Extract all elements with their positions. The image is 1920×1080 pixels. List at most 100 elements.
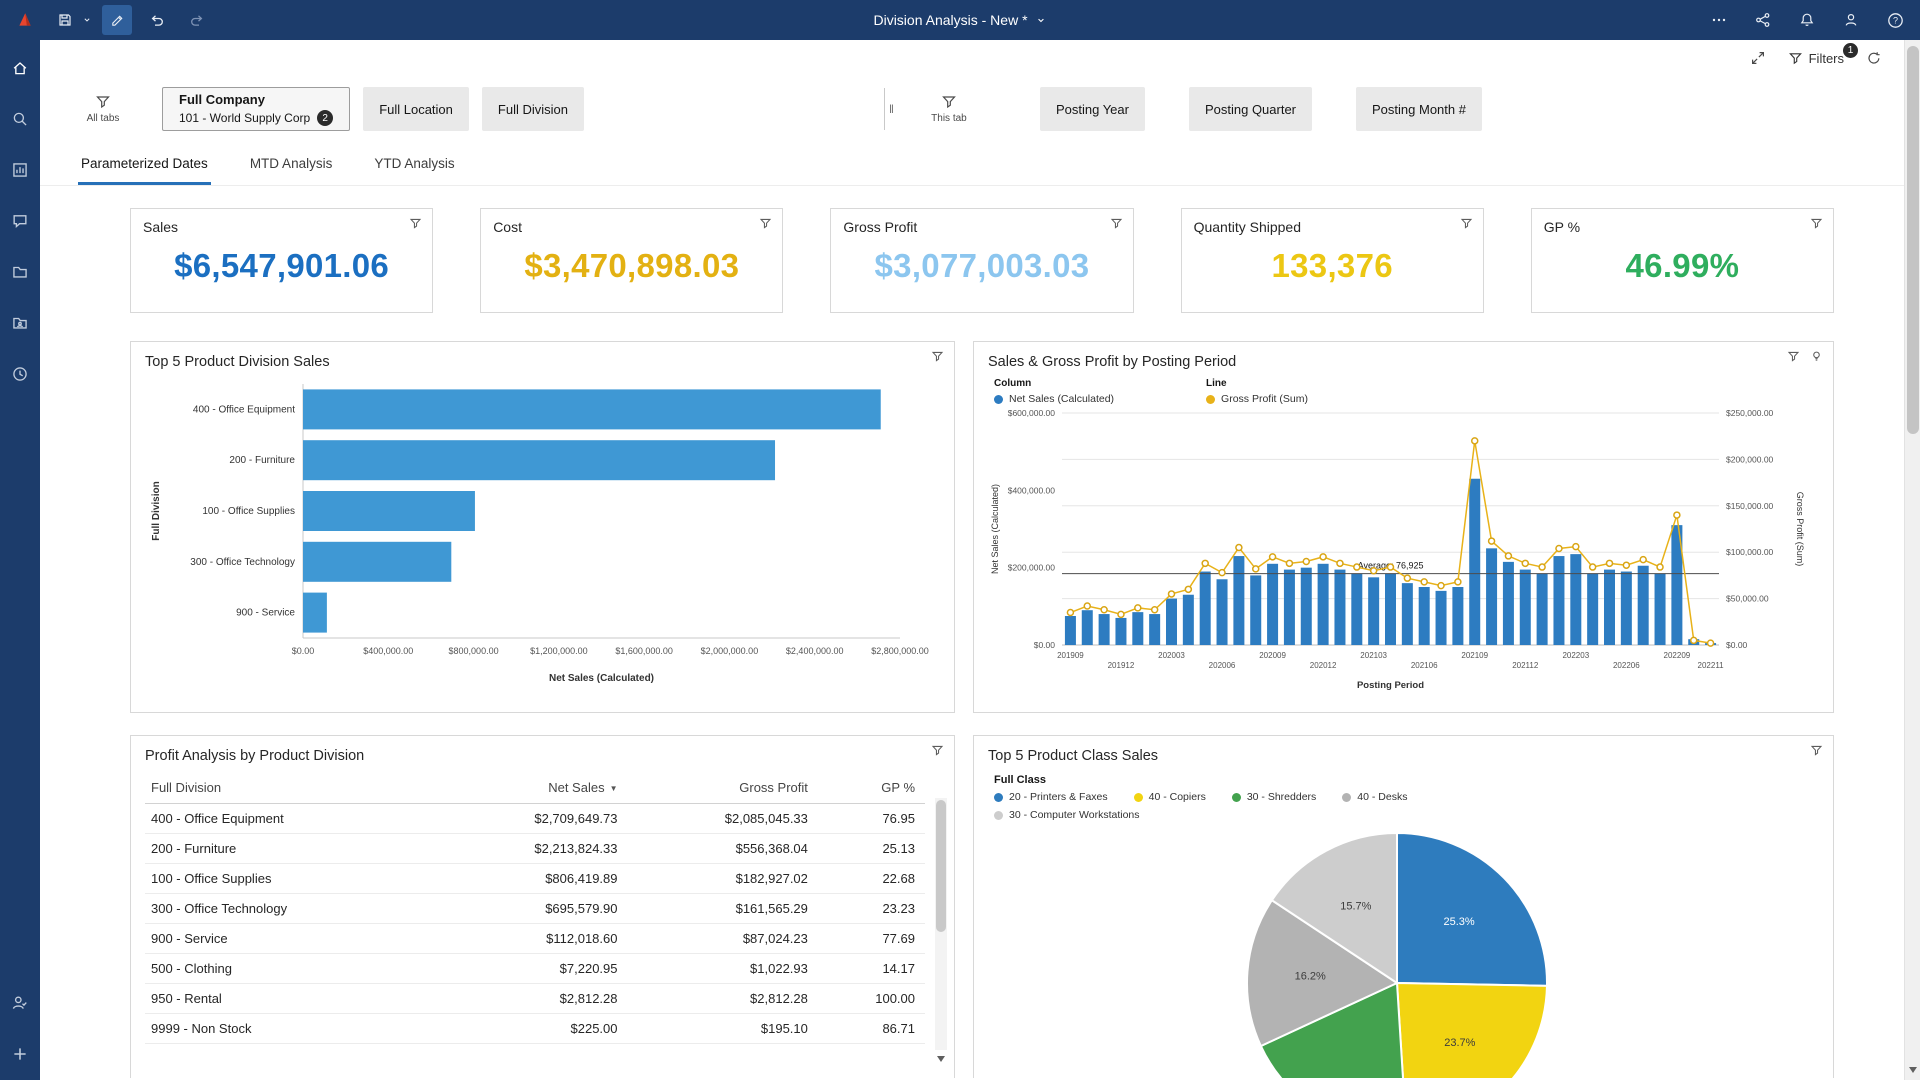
table-row[interactable]: 900 - Service $112,018.60 $87,024.23 77.69 <box>145 923 925 954</box>
line-marker[interactable] <box>1639 555 1647 564</box>
bar[interactable] <box>1587 573 1599 645</box>
bar[interactable] <box>1570 554 1582 645</box>
legend-item[interactable]: 30 - Computer Workstations <box>994 809 1140 821</box>
bar[interactable] <box>1486 548 1498 645</box>
funnel-icon[interactable] <box>1787 350 1800 368</box>
bar[interactable] <box>1250 575 1262 645</box>
tab-ytd-analysis[interactable]: YTD Analysis <box>371 145 457 185</box>
kpi-card-sales[interactable]: Sales $6,547,901.06 <box>130 208 434 313</box>
bar[interactable] <box>1401 583 1413 645</box>
line-marker[interactable] <box>1588 563 1597 571</box>
bar[interactable] <box>1283 569 1295 645</box>
line-marker[interactable] <box>1673 511 1681 519</box>
scrollbar-thumb[interactable] <box>936 800 946 932</box>
page-scrollbar[interactable] <box>1904 40 1920 1080</box>
line-marker[interactable] <box>1504 552 1513 560</box>
bar[interactable] <box>1351 573 1363 645</box>
line-marker[interactable] <box>1150 605 1159 614</box>
bar[interactable] <box>1553 556 1565 645</box>
line-marker[interactable] <box>1454 578 1462 586</box>
line-marker[interactable] <box>1336 559 1344 568</box>
reset-dashboard-button[interactable] <box>1866 50 1882 66</box>
line-marker[interactable] <box>1218 568 1226 577</box>
filter-chip-posting-year[interactable]: Posting Year <box>1039 87 1145 131</box>
funnel-icon[interactable] <box>931 350 944 368</box>
filter-bar-divider[interactable]: ‖ <box>883 88 894 130</box>
bar[interactable] <box>1334 569 1346 645</box>
sidebar-item-home[interactable] <box>8 56 32 80</box>
sidebar-item-shared-content[interactable] <box>8 311 32 335</box>
line-marker[interactable] <box>1572 542 1580 551</box>
bar[interactable] <box>303 389 881 430</box>
funnel-icon[interactable] <box>1810 744 1823 762</box>
sidebar-item-new[interactable] <box>8 1042 32 1066</box>
bar[interactable] <box>1233 556 1245 645</box>
table-scroll-down-button[interactable] <box>935 1052 947 1066</box>
line-marker[interactable] <box>1235 543 1243 552</box>
filter-chip-posting-quarter[interactable]: Posting Quarter <box>1188 87 1313 131</box>
table-row[interactable]: 100 - Office Supplies $806,419.89 $182,927… <box>145 863 925 894</box>
line-marker[interactable] <box>1420 578 1428 586</box>
line-marker[interactable] <box>1285 559 1294 568</box>
funnel-icon[interactable] <box>409 217 422 235</box>
line-marker[interactable] <box>1184 585 1193 594</box>
line-marker[interactable] <box>1201 559 1209 568</box>
line-marker[interactable] <box>1487 537 1496 545</box>
line-marker[interactable] <box>1083 602 1092 610</box>
pie-slice[interactable] <box>1396 831 1548 987</box>
bar[interactable] <box>303 592 327 633</box>
line-marker[interactable] <box>1353 563 1361 571</box>
legend-item[interactable]: 20 - Printers & Faxes <box>994 791 1108 803</box>
funnel-icon[interactable] <box>1460 217 1473 235</box>
bar[interactable] <box>1182 594 1194 645</box>
this-tab-filter[interactable]: This tab <box>916 94 982 124</box>
filter-chip-full-division[interactable]: Full Division <box>481 87 584 131</box>
funnel-icon[interactable] <box>931 744 944 762</box>
filter-chip-full-location[interactable]: Full Location <box>363 87 469 131</box>
kpi-card-gp-percent[interactable]: GP % 46.99% <box>1530 208 1834 313</box>
line-marker[interactable] <box>1369 567 1378 575</box>
bar[interactable] <box>303 491 475 531</box>
line-marker[interactable] <box>1622 561 1631 569</box>
document-title-menu[interactable]: Division Analysis - New * <box>873 12 1046 28</box>
tab-parameterized-dates[interactable]: Parameterized Dates <box>78 145 211 185</box>
column-header[interactable]: Full Division <box>145 772 438 804</box>
bar[interactable] <box>1368 577 1380 645</box>
line-marker[interactable] <box>1538 563 1546 571</box>
bar[interactable] <box>1637 565 1649 645</box>
bar[interactable] <box>1620 571 1632 645</box>
filters-button[interactable]: Filters 1 <box>1788 42 1858 66</box>
bar[interactable] <box>1149 614 1161 645</box>
bar[interactable] <box>1317 563 1329 645</box>
undo-button[interactable] <box>142 5 172 35</box>
more-actions-button[interactable] <box>1704 5 1734 35</box>
table-row[interactable]: 200 - Furniture $2,213,824.33 $556,368.04 2… <box>145 833 925 864</box>
bar[interactable] <box>1199 571 1211 645</box>
insights-lightbulb-icon[interactable] <box>1810 350 1823 368</box>
line-marker[interactable] <box>1521 559 1530 568</box>
line-marker[interactable] <box>1706 639 1715 647</box>
sidebar-item-chat[interactable] <box>8 209 32 233</box>
line-marker[interactable] <box>1689 636 1698 645</box>
table-row[interactable]: 9999 - Non Stock $225.00 $195.10 86.71 <box>145 1013 925 1044</box>
legend-item[interactable]: Gross Profit (Sum) <box>1206 393 1308 405</box>
line-marker[interactable] <box>1100 605 1108 614</box>
bar[interactable] <box>1166 598 1177 645</box>
kpi-card-cost[interactable]: Cost $3,470,898.03 <box>480 208 784 313</box>
bar[interactable] <box>1469 478 1481 645</box>
bar[interactable] <box>1604 569 1615 645</box>
save-button[interactable] <box>50 5 92 35</box>
sidebar-item-content[interactable] <box>8 260 32 284</box>
tab-mtd-analysis[interactable]: MTD Analysis <box>247 145 336 185</box>
line-marker[interactable] <box>1605 559 1614 568</box>
legend-item[interactable]: 40 - Copiers <box>1133 791 1206 803</box>
scrollbar-thumb[interactable] <box>1907 46 1919 434</box>
table-row[interactable]: 300 - Office Technology $695,579.90 $161,5… <box>145 893 925 924</box>
line-marker[interactable] <box>1117 610 1125 619</box>
bar[interactable] <box>1064 616 1076 645</box>
bar[interactable] <box>1502 561 1514 645</box>
table-row[interactable]: 400 - Office Equipment $2,709,649.73 $2,08… <box>145 803 925 834</box>
column-header[interactable]: Gross Profit <box>627 772 818 804</box>
sidebar-item-search[interactable] <box>8 107 32 131</box>
filter-chip-full-company[interactable]: Full Company 101 - World Supply Corp 2 <box>162 87 351 131</box>
